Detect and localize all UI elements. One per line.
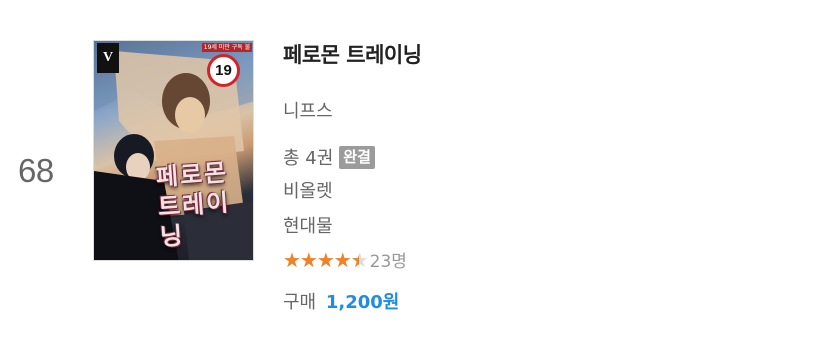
star-rating-icon: ★★★★★ ★★★★★ (283, 248, 369, 271)
rank-number: 68 (18, 152, 54, 189)
book-genre: 현대물 (283, 216, 333, 237)
rating-count: 23명 (369, 252, 407, 272)
rating: ★★★★★ ★★★★★ 23명 (283, 247, 407, 273)
book-author[interactable]: 니프스 (283, 97, 333, 123)
stars-filled-icon: ★★★★★ (283, 248, 359, 271)
price-value: 1,200원 (325, 292, 400, 313)
volume-info: 총 4권 완결 (283, 144, 375, 170)
status-badge: 완결 (339, 145, 375, 169)
age-rating-badge: 19 (207, 54, 240, 87)
book-cover[interactable]: V 19세 미만 구독 불가 19 페로몬 트레이닝 (93, 40, 254, 261)
cover-title-text: 페로몬 트레이닝 (155, 156, 253, 252)
price-label: 구매 (283, 292, 317, 313)
book-title[interactable]: 페로몬 트레이닝 (283, 40, 422, 70)
volume-count: 총 4권 (283, 148, 334, 169)
book-publisher[interactable]: 비올렛 (283, 177, 333, 203)
cover-title-line-2: 트레이닝 (157, 187, 232, 252)
price[interactable]: 구매 1,200원 (283, 288, 399, 314)
cover-tagline: 19세 미만 구독 불가 (202, 43, 252, 52)
publisher-logo: V (97, 43, 119, 73)
book-info: 페로몬 트레이닝 니프스 총 4권 완결 비올렛 현대물 ★★★★★ ★★★★★… (283, 40, 422, 313)
